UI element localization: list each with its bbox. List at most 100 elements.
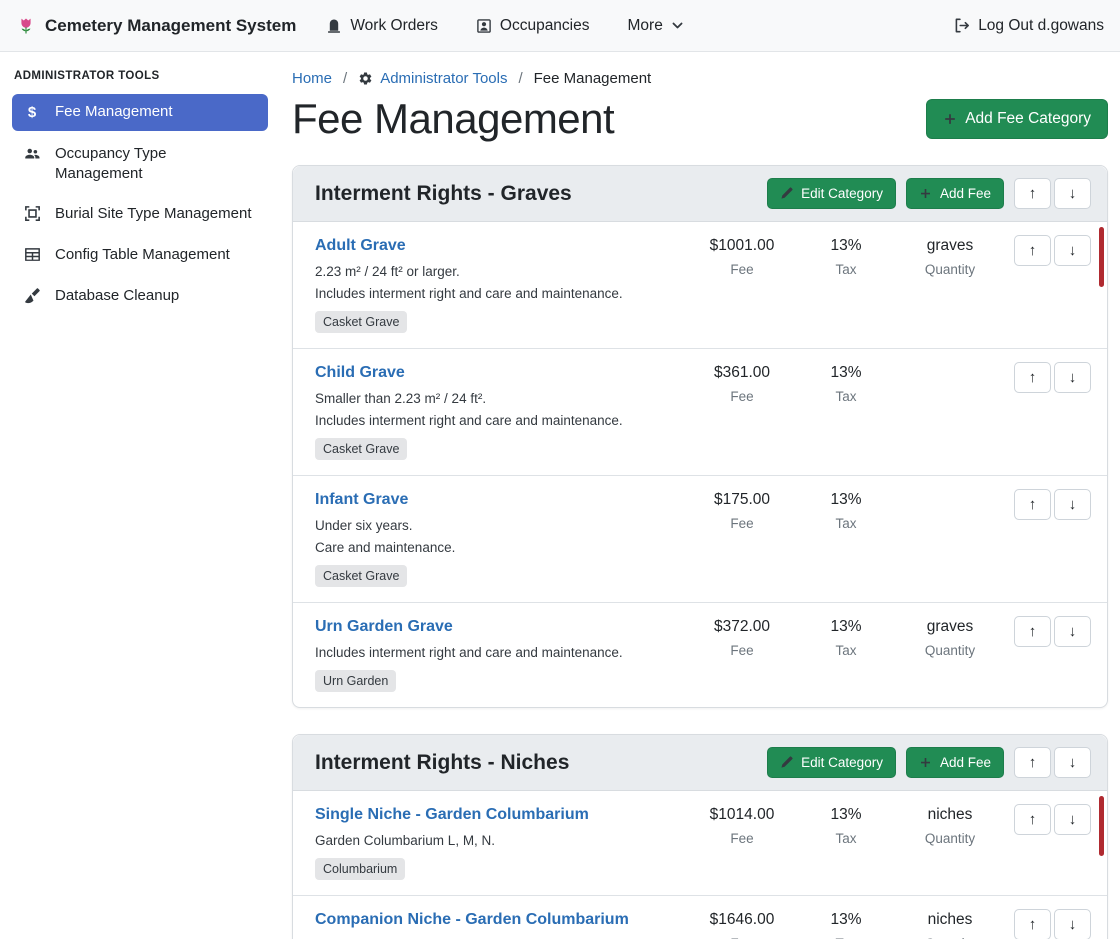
logout-button[interactable]: Log Out d.gowans: [953, 17, 1104, 35]
broom-icon: [22, 287, 42, 304]
chevron-down-icon: [671, 19, 684, 32]
fee-reorder-buttons: ↑↓: [1014, 235, 1091, 266]
fee-tax-value: 13%: [794, 364, 898, 382]
add-fee-button[interactable]: Add Fee: [906, 747, 1004, 778]
fee-amount-col: $372.00Fee: [690, 616, 794, 658]
arrow-up-icon: ↑: [1029, 754, 1037, 771]
fee-row: Child Grave Smaller than 2.23 m² / 24 ft²…: [293, 349, 1107, 476]
frame-icon: [22, 205, 42, 222]
fee-tax-value: 13%: [794, 806, 898, 824]
fee-name-link[interactable]: Infant Grave: [315, 491, 408, 509]
move-fee-down-button[interactable]: ↓: [1054, 235, 1091, 266]
fee-name-link[interactable]: Companion Niche - Garden Columbarium: [315, 911, 629, 929]
arrow-up-icon: ↑: [1029, 916, 1037, 933]
admin-sidebar: ADMINISTRATOR TOOLS $ Fee Management Occ…: [0, 52, 280, 939]
arrow-down-icon: ↓: [1069, 242, 1077, 259]
nav-occupancies-label: Occupancies: [500, 17, 590, 35]
card-scrollbar-thumb[interactable]: [1099, 227, 1104, 287]
fee-tax-col: 13%Tax: [794, 362, 898, 404]
fee-tax-label: Tax: [794, 516, 898, 531]
breadcrumb: Home / Administrator Tools / Fee Managem…: [292, 70, 1108, 87]
breadcrumb-home-link[interactable]: Home: [292, 70, 332, 87]
move-fee-down-button[interactable]: ↓: [1054, 362, 1091, 393]
sidebar-item-burial-site-type-management[interactable]: Burial Site Type Management: [12, 196, 268, 232]
fee-amount-col: $175.00Fee: [690, 489, 794, 531]
add-fee-button[interactable]: Add Fee: [906, 178, 1004, 209]
fee-name-link[interactable]: Urn Garden Grave: [315, 618, 453, 636]
arrow-down-icon: ↓: [1069, 754, 1077, 771]
move-fee-up-button[interactable]: ↑: [1014, 362, 1051, 393]
fee-reorder-buttons: ↑↓: [1014, 362, 1091, 393]
sidebar-item-config-table-management[interactable]: Config Table Management: [12, 237, 268, 273]
arrow-down-icon: ↓: [1069, 185, 1077, 202]
nav-work-orders[interactable]: Work Orders: [326, 17, 438, 35]
fee-tax-col: 13% Tax: [794, 235, 898, 277]
fee-reorder-buttons: ↑↓: [1014, 909, 1091, 939]
move-fee-down-button[interactable]: ↓: [1054, 489, 1091, 520]
move-category-up-button[interactable]: ↑: [1014, 747, 1051, 778]
fee-quantity-value: niches: [898, 911, 1002, 929]
fee-tax-value: 13%: [794, 618, 898, 636]
fee-name-link[interactable]: Single Niche - Garden Columbarium: [315, 806, 589, 824]
move-fee-up-button[interactable]: ↑: [1014, 616, 1051, 647]
fee-description: Includes interment right and care and ma…: [315, 645, 680, 660]
category-list: Interment Rights - GravesEdit CategoryAd…: [292, 165, 1108, 939]
fee-tax-label: Tax: [794, 831, 898, 846]
arrow-down-icon: ↓: [1069, 623, 1077, 640]
move-fee-down-button[interactable]: ↓: [1054, 616, 1091, 647]
fee-amount-label: Fee: [690, 516, 794, 531]
sidebar-item-label: Occupancy Type Management: [55, 144, 258, 184]
sidebar-item-fee-management[interactable]: $ Fee Management: [12, 94, 268, 131]
fee-tax-label: Tax: [794, 262, 898, 277]
fee-quantity-col: nichesQuantity: [898, 804, 1002, 846]
fee-amount-value: $1001.00: [690, 237, 794, 255]
move-category-down-button[interactable]: ↓: [1054, 747, 1091, 778]
nav-occupancies[interactable]: Occupancies: [476, 17, 590, 35]
fee-quantity-value: niches: [898, 806, 1002, 824]
edit-category-label: Edit Category: [801, 186, 883, 201]
arrow-down-icon: ↓: [1069, 916, 1077, 933]
fee-name-link[interactable]: Adult Grave: [315, 237, 406, 255]
move-fee-up-button[interactable]: ↑: [1014, 909, 1051, 939]
card-scrollbar-thumb[interactable]: [1099, 796, 1104, 856]
fee-quantity-label: Quantity: [898, 262, 1002, 277]
edit-category-button[interactable]: Edit Category: [767, 747, 896, 778]
move-fee-down-button[interactable]: ↓: [1054, 804, 1091, 835]
app-brand[interactable]: Cemetery Management System: [16, 16, 296, 36]
sidebar-item-database-cleanup[interactable]: Database Cleanup: [12, 278, 268, 314]
move-category-down-button[interactable]: ↓: [1054, 178, 1091, 209]
fee-row: Urn Garden Grave Includes interment right…: [293, 603, 1107, 707]
fee-tax-value: 13%: [794, 237, 898, 255]
move-fee-up-button[interactable]: ↑: [1014, 235, 1051, 266]
add-fee-category-label: Add Fee Category: [965, 110, 1091, 128]
fee-tax-label: Tax: [794, 643, 898, 658]
arrow-up-icon: ↑: [1029, 623, 1037, 640]
fee-description: Includes interment right and care and ma…: [315, 413, 680, 428]
plus-icon: [943, 112, 957, 126]
fee-main: Child Grave Smaller than 2.23 m² / 24 ft²…: [315, 362, 690, 460]
logout-label: Log Out d.gowans: [978, 17, 1104, 35]
move-fee-up-button[interactable]: ↑: [1014, 489, 1051, 520]
nav-more[interactable]: More: [628, 17, 684, 35]
pencil-icon: [780, 756, 793, 769]
move-fee-down-button[interactable]: ↓: [1054, 909, 1091, 939]
fee-category-card: Interment Rights - GravesEdit CategoryAd…: [292, 165, 1108, 708]
category-header: Interment Rights - NichesEdit CategoryAd…: [293, 735, 1107, 791]
move-category-up-button[interactable]: ↑: [1014, 178, 1051, 209]
breadcrumb-separator: /: [343, 70, 347, 87]
sidebar-item-label: Database Cleanup: [55, 286, 179, 306]
fee-name-link[interactable]: Child Grave: [315, 364, 405, 382]
arrow-up-icon: ↑: [1029, 185, 1037, 202]
fee-description: Smaller than 2.23 m² / 24 ft².: [315, 391, 680, 406]
add-fee-category-button[interactable]: Add Fee Category: [926, 99, 1108, 139]
breadcrumb-admin-tools-link[interactable]: Administrator Tools: [358, 70, 507, 87]
nav-work-orders-label: Work Orders: [350, 17, 438, 35]
arrow-up-icon: ↑: [1029, 242, 1037, 259]
arrow-down-icon: ↓: [1069, 496, 1077, 513]
sidebar-item-occupancy-type-management[interactable]: Occupancy Type Management: [12, 136, 268, 192]
fee-reorder-buttons: ↑↓: [1014, 804, 1091, 835]
edit-category-button[interactable]: Edit Category: [767, 178, 896, 209]
fee-description: 2.23 m² / 24 ft² or larger.: [315, 264, 680, 279]
move-fee-up-button[interactable]: ↑: [1014, 804, 1051, 835]
fee-type-badge: Columbarium: [315, 858, 405, 880]
